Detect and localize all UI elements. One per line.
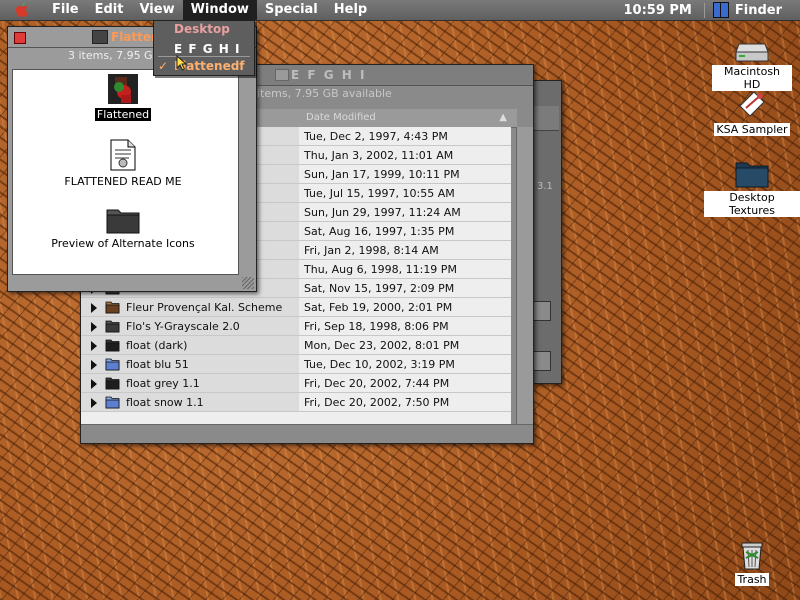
menu-item-label: E F G H I [174,42,241,56]
menubar-right: 10:59 PM Finder [612,0,800,20]
blue-folder-icon [105,358,120,371]
file-name: Fleur Provençal Kal. Scheme [126,301,283,314]
table-row[interactable]: Flo's Y-Grayscale 2.0 Fri, Sep 18, 1998, … [81,317,511,336]
trash-icon [741,542,763,570]
folder-title-icon [275,69,289,81]
disclosure-triangle-icon[interactable] [91,379,97,389]
icon-view-content: Flattened FLATTENED READ ME Preview of A… [12,69,239,275]
folder-icon [105,320,120,333]
date-cell: Sun, Jan 17, 1999, 10:11 PM [299,165,511,184]
date-cell: Fri, Dec 20, 2002, 7:50 PM [299,393,511,412]
sampler-icon [739,91,765,117]
disclosure-triangle-icon[interactable] [91,398,97,408]
flattened-app-icon [108,74,138,104]
application-menu[interactable]: Finder [705,2,800,18]
checkmark-icon: ✓ [158,59,169,73]
file-name: float grey 1.1 [126,377,200,390]
menu-window[interactable]: Window [182,0,257,20]
desktop-icon-label: Trash [735,573,769,586]
background-window-header [531,106,559,131]
icon-flattened[interactable]: Flattened [63,73,183,121]
disclosure-triangle-icon[interactable] [91,303,97,313]
date-cell: Fri, Jan 2, 1998, 8:14 AM [299,241,511,260]
menu-separator [158,56,250,57]
desktop-icon-ksa-sampler[interactable]: KSA Sampler [712,88,792,136]
icon-preview-of-alternate-icons[interactable]: Preview of Alternate Icons [43,206,203,250]
desktop-icon-macintosh-hd[interactable]: Macintosh HD [712,40,792,91]
table-row[interactable]: float (dark) Mon, Dec 23, 2002, 8:01 PM [81,336,511,355]
menu-file[interactable]: File [44,0,87,20]
date-cell: Sat, Nov 15, 1997, 2:09 PM [299,279,511,298]
desktop-icon-label: KSA Sampler [714,123,790,136]
desktop-icon-label: Desktop Textures [704,191,800,217]
menu-view[interactable]: View [131,0,182,20]
folder-icon [735,162,769,188]
window-menu-item-desktop[interactable]: Desktop [154,21,254,38]
file-name: Flo's Y-Grayscale 2.0 [126,320,240,333]
dark-folder-icon [105,377,120,390]
file-name: float blu 51 [126,358,189,371]
window-info-text: items, 7.95 GB available [257,87,392,100]
date-cell: Tue, Jul 15, 1997, 10:55 AM [299,184,511,203]
window-info-text: 3 items, 7.95 GB [68,49,161,62]
menu-edit[interactable]: Edit [87,0,132,20]
icon-label: FLATTENED READ ME [64,175,182,188]
grow-box-icon[interactable] [242,277,254,289]
icon-flattened-read-me[interactable]: FLATTENED READ ME [53,138,193,188]
date-cell: Thu, Jan 3, 2002, 11:01 AM [299,146,511,165]
date-cell: Sat, Feb 19, 2000, 2:01 PM [299,298,511,317]
mouse-cursor-icon [176,55,188,71]
finder-icon [712,2,729,18]
folder-icon [106,209,140,234]
vertical-scrollbar[interactable] [516,127,533,425]
table-row[interactable]: float snow 1.1 Fri, Dec 20, 2002, 7:50 PM [81,393,511,412]
folder-title-icon [92,30,108,44]
date-cell: Fri, Dec 20, 2002, 7:44 PM [299,374,511,393]
application-menu-label: Finder [734,2,782,18]
close-box-icon[interactable] [14,32,26,44]
menu-help[interactable]: Help [326,0,375,20]
icon-label: Preview of Alternate Icons [51,237,195,250]
row-divider [81,411,511,412]
window-title: E F G H I [291,68,367,82]
date-cell: Mon, Dec 23, 2002, 8:01 PM [299,336,511,355]
pattern-folder-icon [105,301,120,314]
table-row[interactable]: float grey 1.1 Fri, Dec 20, 2002, 7:44 PM [81,374,511,393]
dark-folder-icon [105,339,120,352]
table-row[interactable]: float blu 51 Tue, Dec 10, 2002, 3:19 PM [81,355,511,374]
background-window-text: 3.1 [537,181,553,192]
document-icon [110,139,136,171]
menu-special[interactable]: Special [257,0,326,20]
icon-label: Flattened [94,108,152,121]
menu-bar: File Edit View Window Special Help 10:59… [0,0,800,21]
file-name: float (dark) [126,339,188,352]
apple-menu-icon[interactable] [14,2,30,18]
date-cell: Tue, Dec 10, 2002, 3:19 PM [299,355,511,374]
horizontal-scrollbar[interactable] [81,424,533,443]
disclosure-triangle-icon[interactable] [91,322,97,332]
file-name: float snow 1.1 [126,396,204,409]
background-window-button[interactable] [533,351,551,371]
date-cell: Tue, Dec 2, 1997, 4:43 PM [299,127,511,146]
disclosure-triangle-icon[interactable] [91,341,97,351]
background-window-button[interactable] [533,301,551,321]
background-window[interactable]: 3.1 [530,80,562,384]
window-menu-item-flattened[interactable]: ✓ Flattenedf [154,58,254,75]
disclosure-triangle-icon[interactable] [91,360,97,370]
sort-direction-icon[interactable]: ▲ [499,112,507,123]
desktop-icon-desktop-textures[interactable]: Desktop Textures [704,160,800,217]
menubar-clock[interactable]: 10:59 PM [612,2,705,18]
window-menu-dropdown: Desktop E F G H I ✓ Flattenedf [153,20,255,76]
date-cell: Thu, Aug 6, 1998, 11:19 PM [299,260,511,279]
date-cell: Fri, Sep 18, 1998, 8:06 PM [299,317,511,336]
hard-drive-icon [735,43,769,62]
menu-item-label: Desktop [174,22,230,36]
desktop-icon-trash[interactable]: Trash [716,540,788,586]
column-header-date-modified[interactable]: Date Modified [306,109,376,127]
date-cell: Sat, Aug 16, 1997, 1:35 PM [299,222,511,241]
date-cell: Sun, Jun 29, 1997, 11:24 AM [299,203,511,222]
table-row[interactable]: Fleur Provençal Kal. Scheme Sat, Feb 19, … [81,298,511,317]
blue-folder-icon [105,396,120,409]
